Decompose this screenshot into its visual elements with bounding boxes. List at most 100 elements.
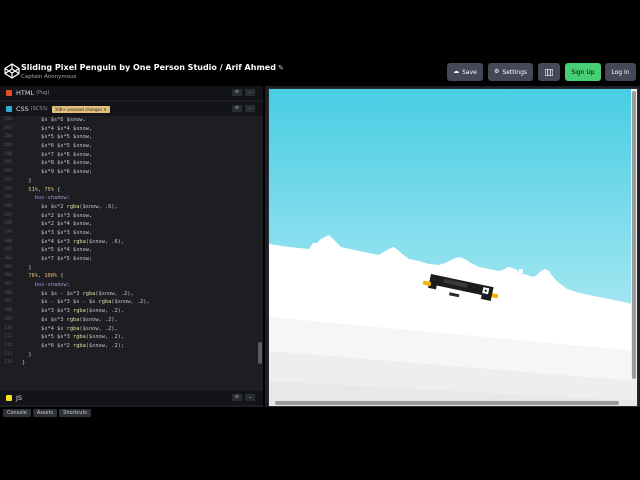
unsaved-changes-badge[interactable]: 100+ unsaved changes ✕ (51, 105, 110, 113)
code-line[interactable]: 302 $s*7 $s*5 $snow; (0, 255, 256, 264)
css-icon (6, 106, 12, 112)
code-line[interactable]: 296 $s $s*2 rgba($snow, .6), (0, 203, 256, 212)
line-number: 308 (4, 308, 13, 314)
pen-author[interactable]: Captain Anonymous (21, 74, 76, 80)
code-line[interactable]: 308 $s*3 $s*3 rgba($snow, .2), (0, 307, 256, 316)
line-number: 290 (4, 151, 13, 157)
result-preview[interactable] (268, 88, 638, 407)
code-line[interactable]: 295 box-shadow: (0, 194, 256, 203)
code-line[interactable]: 294 51%, 75% { (0, 186, 256, 195)
line-number: 305 (4, 282, 13, 288)
preview-vertical-scrollbar[interactable] (631, 89, 637, 401)
settings-button[interactable]: ⚙ Settings (488, 63, 533, 81)
html-editor-header[interactable]: HTML (Pug) ⚙ ⌄ (0, 86, 263, 100)
js-editor-header[interactable]: JS ⚙ ⌄ (0, 391, 263, 405)
css-preprocessor: (SCSS) (30, 106, 48, 112)
code-text: $s - $s*3 $s - $s rgba($snow, .2), (22, 299, 150, 306)
code-line[interactable]: 309 $s $s*3 rgba($snow, .2), (0, 316, 256, 325)
code-scrollbar[interactable] (257, 116, 263, 390)
code-line[interactable]: 297 $s*2 $s*3 $snow, (0, 212, 256, 221)
settings-label: Settings (502, 68, 527, 76)
code-line[interactable]: 310 $s*4 $s rgba($snow, .2), (0, 325, 256, 334)
code-text: $s*2 $s*3 $snow, (22, 212, 93, 219)
js-editor-controls: ⚙ ⌄ (232, 394, 255, 401)
code-text: box-shadow: (34, 282, 70, 289)
preview-vertical-scrollbar-thumb[interactable] (632, 91, 636, 379)
code-line[interactable]: 313 } (0, 351, 256, 360)
code-line[interactable]: 292 $s*9 $s*6 $snow; (0, 168, 256, 177)
code-text: } (22, 177, 32, 184)
line-number: 298 (4, 221, 13, 227)
code-line[interactable]: 287 $s*4 $s*4 $snow, (0, 125, 256, 134)
code-text: $s $s*2 rgba($snow, .6), (22, 203, 118, 210)
js-icon (6, 395, 12, 401)
line-number: 289 (4, 143, 13, 149)
code-text: $s*4 $s*4 $snow, (22, 125, 93, 132)
pen-header: Sliding Pixel Penguin by One Person Stud… (0, 58, 640, 86)
pencil-icon[interactable]: ✎ (278, 64, 284, 72)
html-settings-gear-icon[interactable]: ⚙ (232, 89, 242, 96)
code-line[interactable]: 304 76%, 100% { (0, 272, 256, 281)
line-number: 293 (4, 177, 13, 183)
code-line[interactable]: 303 } (0, 264, 256, 273)
code-line[interactable]: 286 $s $s*6 $snow, (0, 116, 256, 125)
code-text: $s*4 $s rgba($snow, .2), (22, 325, 118, 332)
code-text: $s*5 $s*3 rgba($snow, .2), (22, 334, 125, 341)
code-line[interactable]: 311 $s*5 $s*3 rgba($snow, .2), (0, 333, 256, 342)
code-line[interactable]: 314} (0, 359, 256, 368)
layout-icon (545, 68, 553, 76)
code-line[interactable]: 312 $s*6 $s*2 rgba($snow, .2); (0, 342, 256, 351)
code-text: } (22, 360, 26, 367)
css-code-area[interactable]: 286 $s $s*6 $snow, 287 $s*4 $s*4 $snow, 28… (0, 116, 256, 390)
preview-horizontal-scrollbar-thumb[interactable] (275, 401, 619, 405)
save-button[interactable]: ☁ Save (447, 63, 483, 81)
shortcuts-button[interactable]: Shortcuts (59, 409, 92, 417)
code-line[interactable]: 307 $s - $s*3 $s - $s rgba($snow, .2), (0, 298, 256, 307)
html-collapse-chevron-icon[interactable]: ⌄ (245, 89, 255, 96)
sign-up-button[interactable]: Sign Up (565, 63, 601, 81)
line-number: 309 (4, 316, 13, 322)
line-number: 291 (4, 160, 13, 166)
css-editor-header[interactable]: CSS (SCSS) 100+ unsaved changes ✕ ⚙ ⌄ (0, 102, 263, 116)
css-collapse-chevron-icon[interactable]: ⌄ (245, 105, 255, 112)
code-line[interactable]: 293 } (0, 177, 256, 186)
code-line[interactable]: 305 box-shadow: (0, 281, 256, 290)
preview-horizontal-scrollbar[interactable] (269, 400, 637, 406)
css-editor-controls: ⚙ ⌄ (232, 105, 255, 112)
code-text: $s*6 $s*2 rgba($snow, .2); (22, 342, 125, 349)
code-line[interactable]: 289 $s*6 $s*5 $snow, (0, 142, 256, 151)
line-number: 294 (4, 186, 13, 192)
code-text: $s*8 $s*6 $snow, (22, 160, 93, 167)
code-text: $s*7 $s*5 $snow; (22, 256, 93, 262)
code-line[interactable]: 299 $s*3 $s*3 $snow, (0, 229, 256, 238)
code-text: $s*3 $s*3 $snow, (22, 229, 93, 236)
code-text: 51%, 75% { (28, 186, 61, 193)
codepen-logo-icon[interactable] (4, 63, 20, 79)
pen-title[interactable]: Sliding Pixel Penguin by One Person Stud… (21, 63, 284, 72)
code-line[interactable]: 306 $s $s - $s*3 rgba($snow, .2), (0, 290, 256, 299)
code-line[interactable]: 298 $s*2 $s*4 $snow, (0, 220, 256, 229)
console-button[interactable]: Console (3, 409, 31, 417)
line-number: 300 (4, 238, 13, 244)
code-line[interactable]: 300 $s*4 $s*3 rgba($snow, .6), (0, 238, 256, 247)
code-text: box-shadow: (34, 195, 70, 202)
codepen-app: Sliding Pixel Penguin by One Person Stud… (0, 58, 640, 419)
code-text: } (22, 264, 32, 271)
code-line[interactable]: 301 $s*5 $s*4 $snow, (0, 246, 256, 255)
js-settings-gear-icon[interactable]: ⚙ (232, 394, 242, 401)
code-scrollbar-thumb[interactable] (258, 342, 262, 364)
change-view-button[interactable] (538, 63, 560, 81)
code-line[interactable]: 288 $s*5 $s*5 $snow, (0, 133, 256, 142)
penguin-scene (269, 89, 637, 401)
js-collapse-chevron-icon[interactable]: ⌄ (245, 394, 255, 401)
log-in-button[interactable]: Log In (605, 63, 636, 81)
code-text: 76%, 100% { (28, 273, 64, 280)
sign-up-label: Sign Up (571, 68, 595, 76)
assets-button[interactable]: Assets (32, 409, 58, 417)
code-text: $s*5 $s*5 $snow, (22, 134, 93, 141)
line-number: 297 (4, 212, 13, 218)
code-line[interactable]: 291 $s*8 $s*6 $snow, (0, 159, 256, 168)
code-line[interactable]: 290 $s*7 $s*6 $snow, (0, 151, 256, 160)
css-settings-gear-icon[interactable]: ⚙ (232, 105, 242, 112)
line-number: 292 (4, 169, 13, 175)
